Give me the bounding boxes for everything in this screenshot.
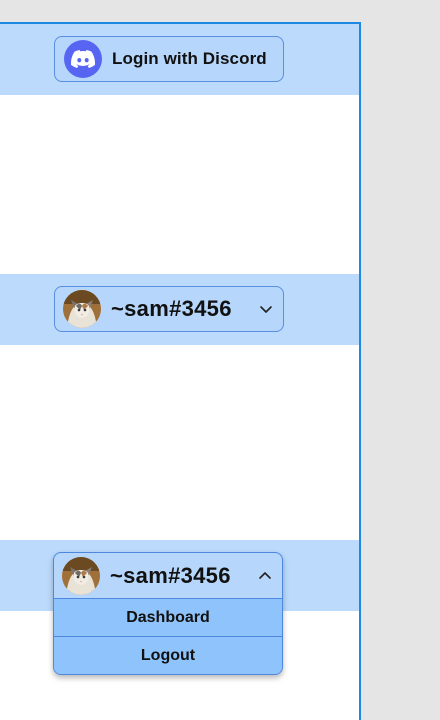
menu-item-dashboard[interactable]: Dashboard — [54, 599, 282, 636]
user-dropdown: ~sam#3456 Dashboard Logout — [53, 552, 283, 675]
username-label: ~sam#3456 — [110, 562, 231, 588]
username-label: ~sam#3456 — [111, 296, 232, 321]
discord-logo-icon — [64, 40, 102, 78]
chevron-down-icon — [259, 302, 273, 316]
user-avatar — [62, 556, 100, 595]
login-with-discord-button[interactable]: Login with Discord — [54, 36, 284, 82]
user-menu-button-open[interactable]: ~sam#3456 — [54, 553, 282, 599]
user-menu-button[interactable]: ~sam#3456 — [54, 286, 284, 332]
chevron-up-icon — [258, 569, 272, 583]
user-avatar — [63, 290, 101, 328]
login-button-label: Login with Discord — [112, 49, 267, 68]
menu-item-logout[interactable]: Logout — [54, 636, 282, 674]
